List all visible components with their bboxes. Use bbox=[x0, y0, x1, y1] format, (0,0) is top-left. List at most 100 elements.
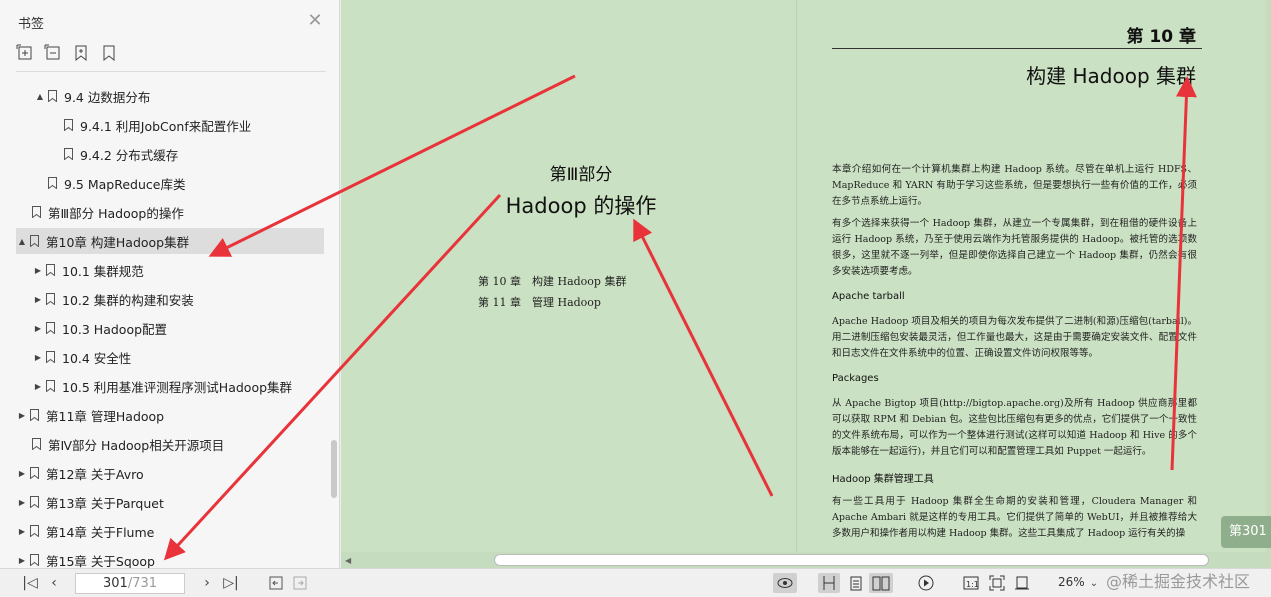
page-number-input[interactable]: 301/731 bbox=[75, 573, 185, 594]
bottom-toolbar: |◁ ‹ 301/731 › ▷| 1:1 26% ⌄ bbox=[0, 568, 1271, 597]
actual-size-icon[interactable]: 1:1 bbox=[961, 573, 981, 593]
toc-item[interactable]: ▶ 第14章 关于Flume bbox=[16, 518, 154, 544]
expand-arrow-icon[interactable]: ▶ bbox=[16, 411, 28, 420]
expand-arrow-icon[interactable]: ▶ bbox=[16, 527, 28, 536]
watermark-text: @稀土掘金技术社区 bbox=[1106, 572, 1251, 591]
toc-item[interactable]: 9.4.2 分布式缓存 bbox=[62, 141, 178, 167]
expand-arrow-icon[interactable]: ▶ bbox=[16, 556, 28, 565]
bookmark-icon bbox=[44, 263, 56, 277]
single-page-icon[interactable] bbox=[818, 573, 840, 593]
toc-item[interactable]: 9.4.1 利用JobConf来配置作业 bbox=[62, 112, 251, 138]
forward-view-icon[interactable] bbox=[290, 573, 310, 593]
section-heading: Packages bbox=[832, 373, 879, 384]
toc-item[interactable]: ▶ 第13章 关于Parquet bbox=[16, 489, 164, 515]
section-heading: Apache tarball bbox=[832, 291, 905, 302]
toc-item[interactable]: ▲ 9.4 边数据分布 bbox=[34, 83, 150, 109]
paragraph: 本章介绍如何在一个计算机集群上构建 Hadoop 系统。尽管在单机上运行 HDF… bbox=[832, 164, 1197, 207]
right-page: 第 10 章 构建 Hadoop 集群 本章介绍如何在一个计算机集群上构建 Ha… bbox=[796, 0, 1266, 552]
horizontal-scrollbar[interactable] bbox=[494, 554, 1209, 566]
play-icon[interactable] bbox=[916, 573, 936, 593]
toc-item[interactable]: ▶ 10.1 集群规范 bbox=[32, 257, 144, 283]
toc-item-label: 第10章 构建Hadoop集群 bbox=[46, 234, 190, 250]
toc-item[interactable]: 第Ⅳ部分 Hadoop相关开源项目 bbox=[30, 431, 224, 457]
expand-arrow-icon[interactable]: ▶ bbox=[32, 382, 44, 391]
total-pages: /731 bbox=[127, 576, 158, 591]
add-bookmark-icon[interactable] bbox=[72, 44, 90, 62]
collapse-all-icon[interactable] bbox=[44, 44, 62, 62]
bookmark-icon[interactable] bbox=[100, 44, 118, 62]
chapter-rule bbox=[832, 48, 1202, 49]
bookmark-icon bbox=[28, 524, 40, 538]
continuous-page-icon[interactable] bbox=[846, 573, 866, 593]
prev-page-icon[interactable]: ‹ bbox=[44, 573, 64, 593]
bookmark-icon bbox=[44, 321, 56, 335]
bookmark-icon bbox=[62, 147, 74, 161]
toc-item[interactable]: ▶ 第11章 管理Hadoop bbox=[16, 402, 164, 428]
toc-item-label: 第Ⅳ部分 Hadoop相关开源项目 bbox=[48, 437, 225, 453]
toc-item[interactable]: ▶ 10.4 安全性 bbox=[32, 344, 131, 370]
bookmark-icon bbox=[62, 118, 74, 132]
toc-item[interactable]: ▶ 第12章 关于Avro bbox=[16, 460, 144, 486]
fit-width-icon[interactable] bbox=[1012, 573, 1032, 593]
expand-arrow-icon[interactable]: ▶ bbox=[16, 498, 28, 507]
toc-item[interactable]: 9.5 MapReduce库类 bbox=[46, 170, 185, 196]
expand-arrow-icon[interactable]: ▶ bbox=[32, 353, 44, 362]
toc-item-label: 第14章 关于Flume bbox=[46, 524, 155, 540]
bookmark-icon bbox=[28, 495, 40, 509]
toc-item[interactable]: ▶ 第15章 关于Sqoop bbox=[16, 547, 155, 569]
expand-arrow-icon[interactable]: ▶ bbox=[32, 295, 44, 304]
bookmark-icon bbox=[30, 205, 42, 219]
toc-item-label: 第Ⅲ部分 Hadoop的操作 bbox=[48, 205, 184, 221]
paragraph: 有多个选择来获得一个 Hadoop 集群，从建立一个专属集群，到在租借的硬件设备… bbox=[832, 218, 1197, 277]
expand-arrow-icon[interactable]: ▶ bbox=[32, 324, 44, 333]
toc-item-label: 9.5 MapReduce库类 bbox=[64, 176, 186, 192]
part-name: Hadoop 的操作 bbox=[505, 194, 657, 218]
scroll-left-icon[interactable]: ◀ bbox=[345, 556, 351, 565]
bookmark-icon bbox=[46, 176, 58, 190]
next-page-icon[interactable]: › bbox=[197, 573, 217, 593]
bookmark-icon bbox=[44, 379, 56, 393]
bookmark-icon bbox=[46, 89, 58, 103]
first-page-icon[interactable]: |◁ bbox=[20, 573, 40, 593]
chapter-label: 第 10 章 bbox=[1126, 27, 1197, 47]
close-icon[interactable]: ✕ bbox=[306, 12, 324, 30]
current-page: 301 bbox=[102, 576, 128, 591]
toc-item-label: 9.4.1 利用JobConf来配置作业 bbox=[80, 118, 252, 134]
toc-item-label: 10.1 集群规范 bbox=[62, 263, 144, 279]
toc-item-label: 第13章 关于Parquet bbox=[46, 495, 164, 511]
toc-item[interactable]: ▶ 10.5 利用基准评测程序测试Hadoop集群 bbox=[32, 373, 292, 399]
collapse-arrow-icon[interactable]: ▲ bbox=[16, 237, 28, 246]
zoom-level[interactable]: 26% bbox=[1058, 575, 1085, 589]
double-page-icon[interactable] bbox=[869, 573, 893, 593]
toc-item-selected[interactable]: ▲ 第10章 构建Hadoop集群 bbox=[16, 228, 324, 254]
collapse-arrow-icon[interactable]: ▲ bbox=[34, 92, 46, 101]
section-heading: Hadoop 集群管理工具 bbox=[832, 474, 934, 485]
toc-item-label: 10.5 利用基准评测程序测试Hadoop集群 bbox=[62, 379, 293, 395]
eye-protection-icon[interactable] bbox=[773, 573, 797, 593]
left-page: 第Ⅲ部分 Hadoop 的操作 第 10 章 构建 Hadoop 集群 第 11… bbox=[341, 0, 796, 552]
toc-item[interactable]: ▶ 10.3 Hadoop配置 bbox=[32, 315, 167, 341]
expand-all-icon[interactable] bbox=[16, 44, 34, 62]
toc-item[interactable]: 第Ⅲ部分 Hadoop的操作 bbox=[30, 199, 184, 225]
bookmark-tree: ▲ 9.4 边数据分布 9.4.1 利用JobConf来配置作业 9.4.2 分… bbox=[0, 82, 330, 568]
fit-page-icon[interactable] bbox=[987, 573, 1007, 593]
bookmark-icon bbox=[44, 292, 56, 306]
document-view: 第Ⅲ部分 Hadoop 的操作 第 10 章 构建 Hadoop 集群 第 11… bbox=[341, 0, 1271, 568]
toc-item-label: 第12章 关于Avro bbox=[46, 466, 144, 482]
bookmark-icon bbox=[44, 350, 56, 364]
svg-text:1:1: 1:1 bbox=[966, 580, 979, 589]
last-page-icon[interactable]: ▷| bbox=[221, 573, 241, 593]
back-view-icon[interactable] bbox=[266, 573, 286, 593]
part-number: 第Ⅲ部分 bbox=[549, 165, 613, 185]
toc-item-label: 10.4 安全性 bbox=[62, 350, 132, 366]
toc-item[interactable]: ▶ 10.2 集群的构建和安装 bbox=[32, 286, 194, 312]
bookmark-icon bbox=[28, 408, 40, 422]
bookmark-sidebar: 书签 ✕ ▲ 9.4 边数据分布 9.4.1 利用JobConf来配置作业 9.… bbox=[0, 0, 340, 568]
toc-item-label: 10.2 集群的构建和安装 bbox=[62, 292, 194, 308]
expand-arrow-icon[interactable]: ▶ bbox=[16, 469, 28, 478]
toc-item-label: 9.4.2 分布式缓存 bbox=[80, 147, 179, 163]
zoom-dropdown-icon[interactable]: ⌄ bbox=[1084, 573, 1104, 593]
toc-item-label: 第15章 关于Sqoop bbox=[46, 553, 155, 569]
sidebar-scrollbar[interactable] bbox=[331, 440, 337, 498]
expand-arrow-icon[interactable]: ▶ bbox=[32, 266, 44, 275]
